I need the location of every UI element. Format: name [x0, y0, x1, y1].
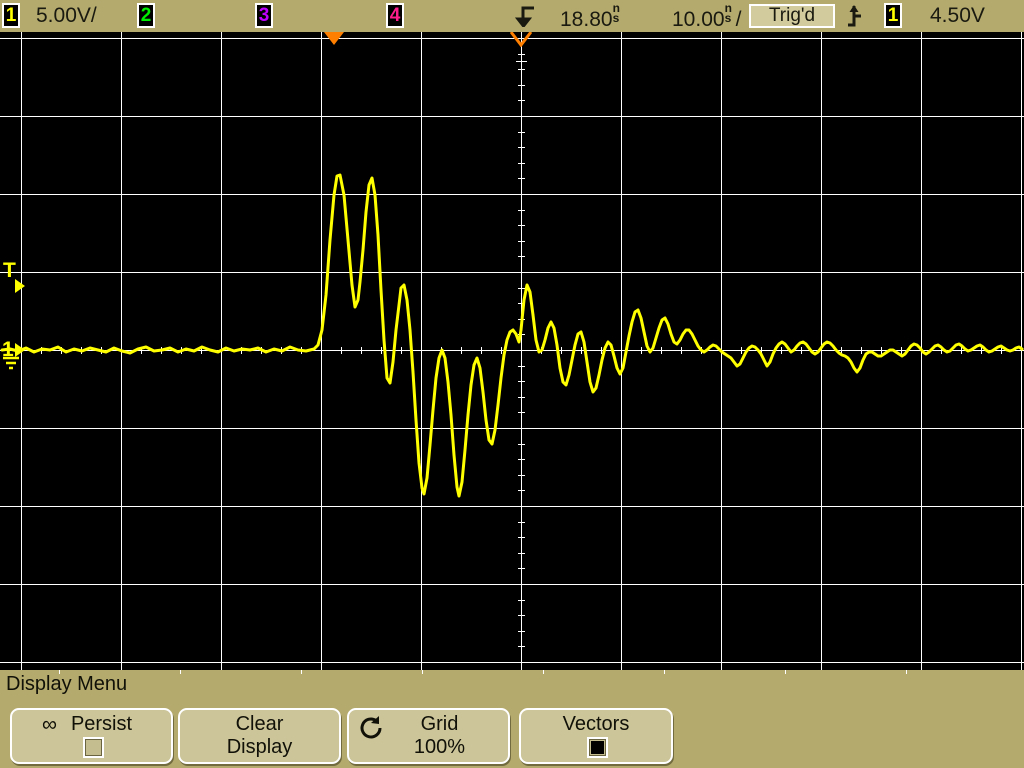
channel-3-badge[interactable]: 3	[255, 3, 273, 28]
softkey-grid[interactable]: Grid 100%	[347, 708, 510, 764]
waveform-graticule[interactable]: T 1	[0, 32, 1024, 670]
softkey-persist-label: Persist	[70, 713, 133, 735]
time-per-div-suffix: /	[735, 8, 742, 31]
time-delay-readout[interactable]: 18.80 n s	[560, 1, 624, 32]
nanosecond-unit-icon: ns	[724, 1, 732, 25]
time-per-div-value: 10.00	[672, 8, 725, 31]
softkey-grid-label-line2: 100%	[413, 736, 466, 758]
softkey-menu-bar: Display Menu ∞ Persist Clear Display Gri…	[0, 670, 1024, 768]
rising-edge-icon[interactable]	[846, 5, 864, 27]
persist-checkbox[interactable]	[83, 737, 104, 758]
trigger-delay-icon	[514, 6, 534, 27]
channel-1-badge[interactable]: 1	[2, 3, 20, 28]
time-per-div-readout[interactable]: 10.00 n s /	[672, 1, 742, 32]
nanosecond-unit-icon: ns	[612, 1, 620, 25]
channel-2-badge[interactable]: 2	[137, 3, 155, 28]
status-bar: 1 5.00V/ 2 3 4 18.80 n s 10.00 n s / Trig'd 1…	[0, 0, 1024, 32]
softkey-clear-display-label-line1: Clear	[235, 713, 284, 735]
softkey-persist[interactable]: ∞ Persist	[10, 708, 173, 764]
channel-1-volts-per-div[interactable]: 5.00V/	[36, 4, 97, 28]
softkey-vectors[interactable]: Vectors	[519, 708, 673, 764]
vectors-checkbox[interactable]	[587, 737, 608, 758]
trigger-status-badge: Trig'd	[749, 4, 835, 28]
softkey-clear-display-label-line2: Display	[226, 736, 293, 758]
time-delay-value: 18.80	[560, 8, 613, 31]
oscilloscope-screen: 1 5.00V/ 2 3 4 18.80 n s 10.00 n s / Trig'd 1…	[0, 0, 1024, 768]
softkey-clear-display[interactable]: Clear Display	[178, 708, 341, 764]
softkey-grid-label-line1: Grid	[420, 713, 459, 735]
trigger-source-badge[interactable]: 1	[884, 3, 902, 28]
menu-title: Display Menu	[6, 673, 128, 695]
channel1-waveform	[0, 173, 1024, 498]
trigger-level-readout[interactable]: 4.50V	[930, 4, 985, 28]
softkey-vectors-label: Vectors	[562, 713, 630, 735]
channel-4-badge[interactable]: 4	[386, 3, 404, 28]
